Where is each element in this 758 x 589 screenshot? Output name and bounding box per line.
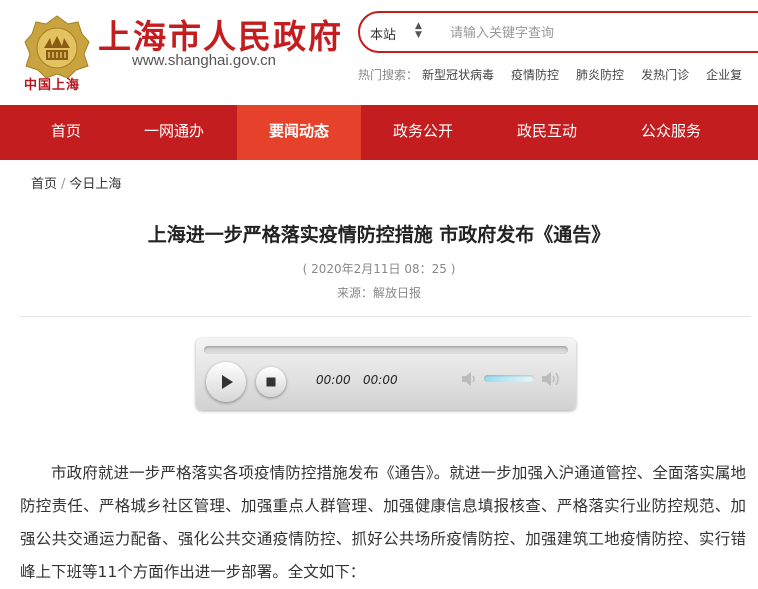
- play-button[interactable]: [206, 362, 246, 402]
- article-body: 市政府就进一步严格落实各项疫情防控措施发布《通告》。就进一步加强入沪通道管控、全…: [20, 464, 746, 581]
- updown-arrows-icon[interactable]: ▲ ▼: [415, 22, 422, 40]
- hot-keyword[interactable]: 疫情防控: [511, 68, 559, 82]
- nav-item-public-services[interactable]: 公众服务: [609, 105, 733, 160]
- nav-item-interaction[interactable]: 政民互动: [485, 105, 609, 160]
- volume-min-icon[interactable]: [460, 371, 478, 387]
- main-nav: 首页 一网通办 要闻动态 政务公开 政民互动 公众服务: [0, 105, 758, 160]
- logo-caption: 中国上海: [24, 78, 81, 93]
- divider: [20, 316, 750, 317]
- breadcrumb: 首页 / 今日上海: [31, 173, 121, 192]
- stop-icon: [266, 377, 276, 387]
- article-date: ( 2020年2月11日 08：25 ): [302, 262, 456, 276]
- hot-keyword[interactable]: 肺炎防控: [576, 68, 624, 82]
- hot-search: 热门搜索： 新型冠状病毒 疫情防控 肺炎防控 发热门诊 企业复: [358, 66, 758, 83]
- breadcrumb-home[interactable]: 首页: [31, 177, 57, 192]
- audio-progress-bar[interactable]: [204, 346, 568, 354]
- breadcrumb-separator: /: [61, 177, 66, 192]
- current-time: 00:00: [316, 373, 351, 387]
- hot-search-label: 热门搜索：: [358, 68, 419, 82]
- hot-keyword[interactable]: 企业复: [706, 68, 742, 82]
- article-title: 上海进一步严格落实疫情防控措施 市政府发布《通告》: [147, 224, 611, 246]
- site-header: 中国上海 上海市人民政府 www.shanghai.gov.cn 本站 ▲▼ 热…: [0, 0, 758, 105]
- site-domain: www.shanghai.gov.cn: [132, 52, 276, 69]
- article-source: 来源：解放日报: [336, 286, 421, 300]
- audio-player: 00:00 00:00: [196, 338, 576, 410]
- nav-item-news[interactable]: 要闻动态: [237, 105, 361, 160]
- search-scope-select[interactable]: 本站: [370, 24, 396, 43]
- play-icon: [222, 375, 233, 389]
- search-box: 本站 ▲ ▼: [358, 11, 758, 53]
- nav-item-online-services[interactable]: 一网通办: [112, 105, 236, 160]
- volume-slider[interactable]: [484, 375, 534, 382]
- duration: 00:00: [363, 373, 398, 387]
- search-input[interactable]: [448, 21, 758, 45]
- hot-keyword[interactable]: 发热门诊: [641, 68, 689, 82]
- stop-button[interactable]: [256, 367, 286, 397]
- site-title[interactable]: 上海市人民政府: [98, 10, 343, 58]
- hot-keyword[interactable]: 新型冠状病毒: [422, 68, 494, 82]
- breadcrumb-current[interactable]: 今日上海: [69, 177, 121, 192]
- nav-item-government-affairs[interactable]: 政务公开: [361, 105, 485, 160]
- volume-max-icon[interactable]: [540, 370, 562, 388]
